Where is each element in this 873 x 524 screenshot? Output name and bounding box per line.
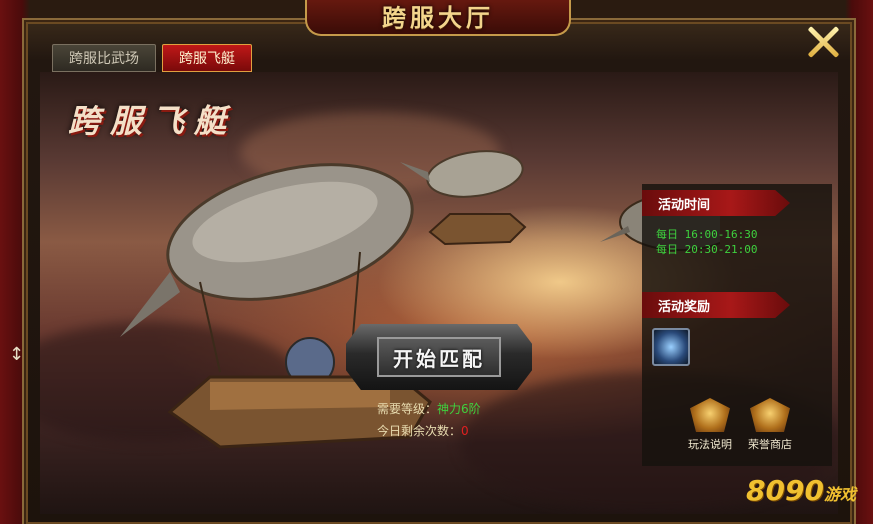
activity-time-title: 活动时间: [642, 190, 790, 216]
watermark-suffix: 游戏: [823, 485, 856, 504]
level-requirement-label: 需要等级：: [377, 402, 438, 416]
tab-cross-server-airship[interactable]: 跨服飞艇: [162, 44, 252, 72]
honor-shop-button[interactable]: 荣誉商店: [738, 398, 802, 458]
window-title: 跨服大厅: [305, 0, 571, 36]
page-heading: 跨服飞艇: [68, 102, 237, 140]
level-requirement-value: 神力6阶: [437, 402, 481, 416]
watermark-number: 8090: [746, 474, 824, 507]
shop-emblem-icon: [750, 398, 790, 432]
start-match-label: 开始匹配: [377, 337, 501, 377]
site-watermark-logo: 8090游戏: [746, 474, 856, 507]
remaining-attempts-value: 0: [461, 424, 469, 438]
rules-label: 玩法说明: [688, 438, 732, 451]
remaining-attempts-label: 今日剩余次数：: [377, 424, 462, 438]
reward-item-icon[interactable]: [652, 328, 690, 366]
tab-bar: 跨服比武场 跨服飞艇: [52, 44, 252, 72]
rules-emblem-icon: [690, 398, 730, 432]
tab-cross-server-arena[interactable]: 跨服比武场: [52, 44, 156, 72]
honor-shop-label: 荣誉商店: [748, 438, 792, 451]
close-icon[interactable]: [800, 20, 846, 64]
level-requirement: 需要等级：神力6阶: [377, 400, 481, 417]
activity-reward-title: 活动奖励: [642, 292, 790, 318]
remaining-attempts: 今日剩余次数：0: [377, 422, 469, 439]
small-airship-illustration: [400, 150, 527, 246]
activity-time-slot-1: 每日 16:00-16:30: [656, 228, 758, 241]
activity-time-slot-2: 每日 20:30-21:00: [656, 243, 758, 256]
game-screen: ↕ 跨服飞艇 跨服大厅 跨服比武场 跨服飞艇 开始匹配 需要等级：神力6阶 今日…: [0, 0, 873, 524]
activity-panel: 活动时间 每日 16:00-16:30 每日 20:30-21:00 活动奖励 …: [642, 184, 832, 466]
rules-button[interactable]: 玩法说明: [678, 398, 742, 458]
start-match-button[interactable]: 开始匹配: [346, 324, 532, 390]
